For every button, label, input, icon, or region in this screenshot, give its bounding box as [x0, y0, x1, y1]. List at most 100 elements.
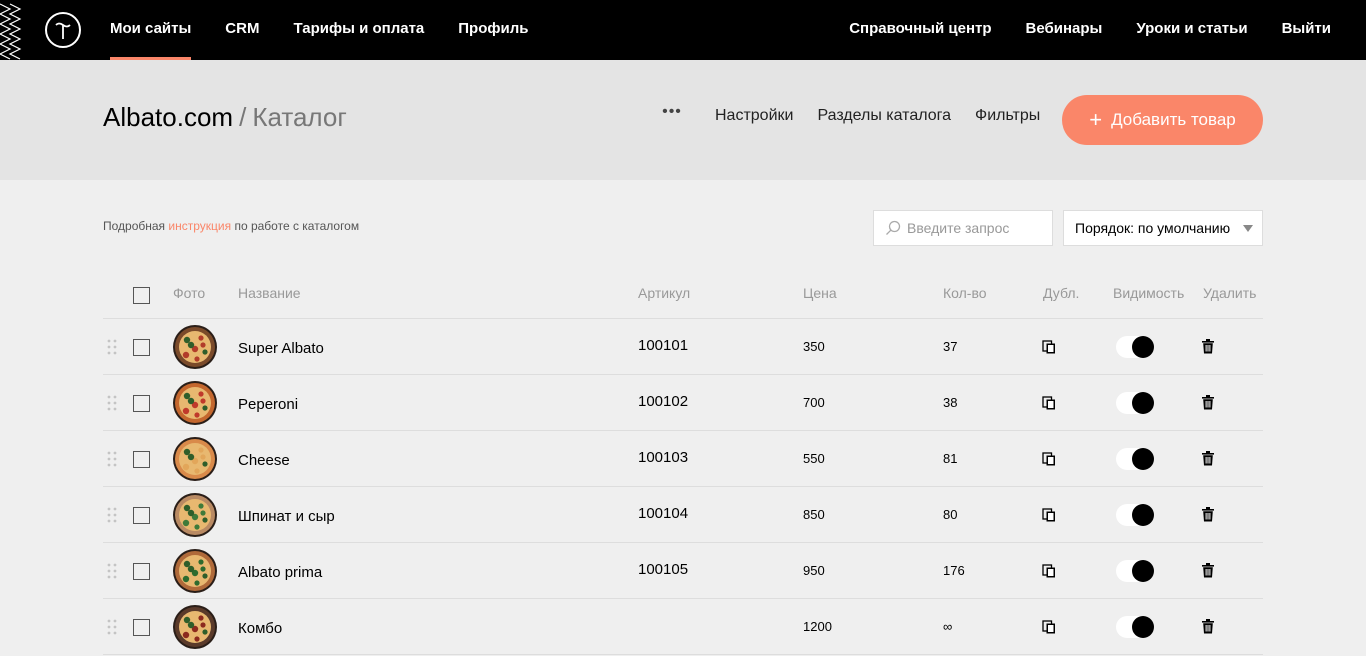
secondary-nav: Справочный центр Вебинары Уроки и статьи Вы… [815, 0, 1331, 60]
table-row: Cheese 100103 550 81 [103, 431, 1263, 487]
row-checkbox[interactable] [133, 395, 150, 412]
more-options-icon[interactable]: ••• [662, 103, 682, 121]
visibility-toggle[interactable] [1116, 448, 1154, 470]
sort-order-select[interactable]: Порядок: по умолчанию [1063, 210, 1263, 246]
visibility-toggle[interactable] [1116, 560, 1154, 582]
duplicate-icon[interactable] [1042, 340, 1056, 354]
trash-icon[interactable] [1202, 563, 1214, 578]
nav-link-0[interactable]: Мои сайты [110, 0, 192, 60]
breadcrumb-separator: / [239, 102, 247, 132]
drag-handle-icon[interactable] [107, 339, 117, 355]
nav-right-link-3[interactable]: Выйти [1282, 0, 1331, 60]
visibility-toggle[interactable] [1116, 392, 1154, 414]
product-sku: 100104 [638, 505, 689, 522]
select-all-checkbox[interactable] [133, 287, 150, 304]
column-price[interactable]: Цена [803, 285, 837, 301]
visibility-toggle[interactable] [1116, 616, 1154, 638]
breadcrumb-site[interactable]: Albato.com [103, 102, 233, 132]
product-qty: ∞ [943, 619, 953, 634]
drag-handle-icon[interactable] [107, 619, 117, 635]
nav-link-3[interactable]: Профиль [458, 0, 528, 60]
search-field[interactable] [873, 210, 1053, 246]
product-name[interactable]: Albato prima [238, 564, 322, 581]
trash-icon[interactable] [1202, 619, 1214, 634]
product-price: 850 [803, 507, 825, 522]
column-qty[interactable]: Кол-во [943, 285, 987, 301]
product-price: 350 [803, 339, 825, 354]
toggle-knob [1132, 504, 1154, 526]
product-price: 950 [803, 563, 825, 578]
breadcrumb: Albato.com / Каталог [103, 102, 347, 133]
column-delete: Удалить [1203, 285, 1257, 301]
page-header: Albato.com / Каталог ••• Настройки Разделы… [0, 60, 1366, 180]
row-checkbox[interactable] [133, 563, 150, 580]
table-row: Albato prima 100105 950 176 [103, 543, 1263, 599]
product-qty: 38 [943, 395, 958, 410]
zigzag-pattern-icon [0, 3, 22, 60]
product-photo[interactable] [173, 325, 217, 369]
drag-handle-icon[interactable] [107, 507, 117, 523]
drag-handle-icon[interactable] [107, 395, 117, 411]
column-sku[interactable]: Артикул [638, 285, 690, 301]
column-visibility: Видимость [1113, 285, 1185, 301]
add-product-label: Добавить товар [1111, 110, 1236, 129]
row-checkbox[interactable] [133, 507, 150, 524]
nav-link-2[interactable]: Тарифы и оплата [293, 0, 424, 60]
main-nav: Мои сайты CRM Тарифы и оплата Профиль [110, 0, 562, 60]
row-checkbox[interactable] [133, 339, 150, 356]
table-body: Super Albato 100101 350 37 Peperoni 100102 700… [103, 319, 1263, 655]
product-qty: 176 [943, 563, 965, 578]
duplicate-icon[interactable] [1042, 452, 1056, 466]
top-nav: Мои сайты CRM Тарифы и оплата Профиль Справ… [0, 0, 1366, 60]
catalog-settings-link[interactable]: Настройки [715, 107, 793, 125]
column-name[interactable]: Название [238, 285, 301, 301]
catalog-filters-link[interactable]: Фильтры [975, 107, 1040, 125]
products-table: Фото Название Артикул Цена Кол-во Дубл. … [103, 262, 1263, 655]
product-sku: 100103 [638, 449, 689, 466]
drag-handle-icon[interactable] [107, 563, 117, 579]
duplicate-icon[interactable] [1042, 396, 1056, 410]
nav-right-link-1[interactable]: Вебинары [1026, 0, 1103, 60]
column-photo: Фото [173, 285, 206, 301]
breadcrumb-page: Каталог [252, 102, 347, 132]
search-icon [886, 220, 901, 235]
tilda-logo-icon[interactable] [45, 12, 81, 48]
table-header: Фото Название Артикул Цена Кол-во Дубл. … [103, 262, 1263, 319]
catalog-sections-link[interactable]: Разделы каталога [817, 107, 951, 125]
search-input[interactable] [907, 220, 1042, 236]
drag-handle-icon[interactable] [107, 451, 117, 467]
trash-icon[interactable] [1202, 339, 1214, 354]
visibility-toggle[interactable] [1116, 336, 1154, 358]
toggle-knob [1132, 336, 1154, 358]
row-checkbox[interactable] [133, 451, 150, 468]
instruction-link[interactable]: инструкция [168, 219, 231, 233]
duplicate-icon[interactable] [1042, 564, 1056, 578]
product-photo[interactable] [173, 381, 217, 425]
chevron-down-icon [1243, 225, 1253, 232]
hint-text-after: по работе с каталогом [234, 219, 360, 233]
trash-icon[interactable] [1202, 507, 1214, 522]
product-photo[interactable] [173, 437, 217, 481]
visibility-toggle[interactable] [1116, 504, 1154, 526]
row-checkbox[interactable] [133, 619, 150, 636]
toggle-knob [1132, 448, 1154, 470]
trash-icon[interactable] [1202, 395, 1214, 410]
add-product-button[interactable]: + Добавить товар [1062, 95, 1263, 145]
nav-right-link-0[interactable]: Справочный центр [849, 0, 991, 60]
product-name[interactable]: Комбо [238, 620, 282, 637]
product-qty: 80 [943, 507, 958, 522]
product-photo[interactable] [173, 605, 217, 649]
product-qty: 37 [943, 339, 958, 354]
nav-link-1[interactable]: CRM [225, 0, 259, 60]
product-name[interactable]: Super Albato [238, 340, 324, 357]
trash-icon[interactable] [1202, 451, 1214, 466]
product-photo[interactable] [173, 493, 217, 537]
instruction-hint: Подробная инструкция по работе с каталог… [103, 219, 359, 233]
duplicate-icon[interactable] [1042, 508, 1056, 522]
product-name[interactable]: Peperoni [238, 396, 298, 413]
product-name[interactable]: Cheese [238, 452, 290, 469]
duplicate-icon[interactable] [1042, 620, 1056, 634]
product-name[interactable]: Шпинат и сыр [238, 508, 335, 525]
nav-right-link-2[interactable]: Уроки и статьи [1136, 0, 1247, 60]
product-photo[interactable] [173, 549, 217, 593]
